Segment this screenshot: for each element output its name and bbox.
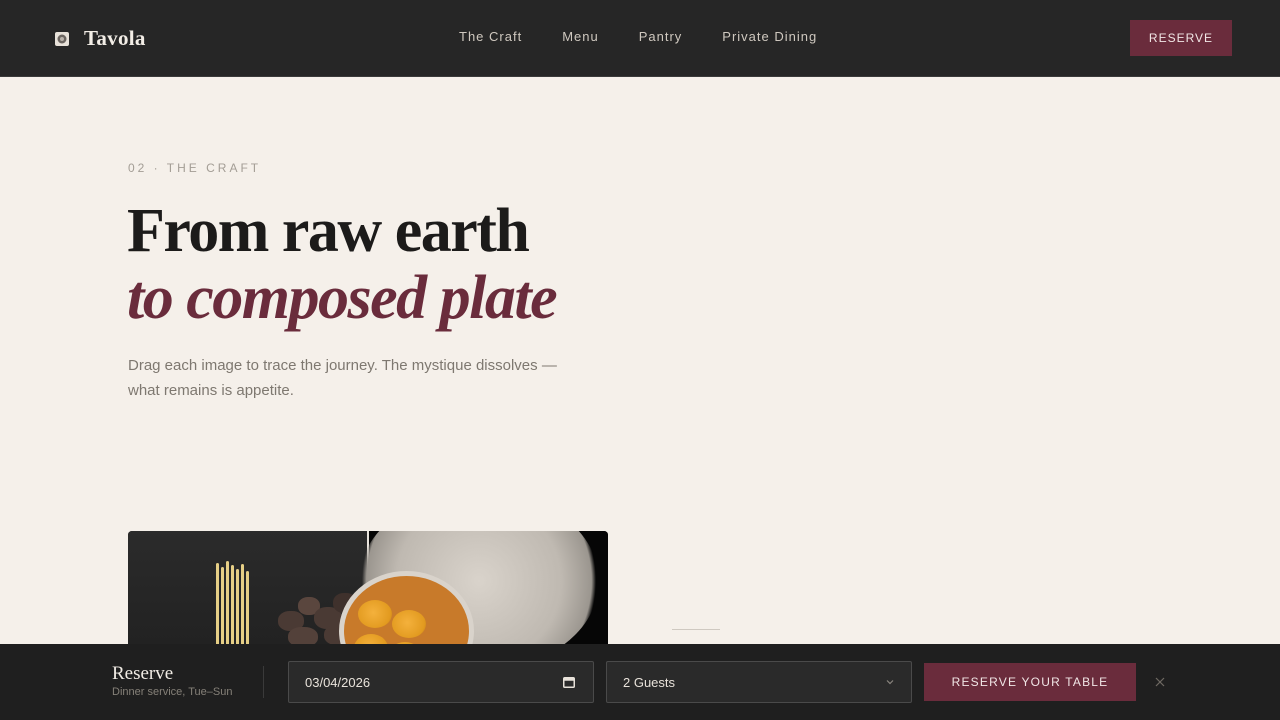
nav-link-the-craft[interactable]: The Craft	[459, 29, 522, 44]
reserve-your-table-button[interactable]: RESERVE YOUR TABLE	[924, 663, 1136, 701]
reservation-bar: Reserve Dinner service, Tue–Sun 03/04/20…	[0, 644, 1280, 720]
image-comparison-slider[interactable]	[128, 531, 608, 645]
main-nav: The Craft Menu Pantry Private Dining	[459, 29, 817, 44]
brand[interactable]: Tavola	[54, 26, 146, 51]
reservation-title: Reserve	[112, 663, 174, 684]
chevron-down-icon	[886, 680, 894, 685]
composed-plate-image	[339, 531, 608, 645]
hero-title-line-1: From raw earth	[127, 197, 530, 265]
hero-title-line-2: to composed plate	[127, 264, 558, 332]
calendar-icon[interactable]	[563, 676, 575, 688]
guests-select[interactable]: 2 Guests	[606, 661, 912, 703]
bar-separator	[263, 666, 264, 698]
nav-link-menu[interactable]: Menu	[562, 29, 599, 44]
date-value: 03/04/2026	[305, 674, 371, 690]
reserve-button[interactable]: RESERVE	[1130, 20, 1232, 56]
close-icon[interactable]	[1155, 677, 1165, 687]
guests-value: 2 Guests	[623, 674, 676, 690]
date-input[interactable]: 03/04/2026	[288, 661, 594, 703]
reservation-subtitle: Dinner service, Tue–Sun	[112, 686, 233, 698]
nav-link-pantry[interactable]: Pantry	[639, 29, 683, 44]
decorative-divider	[672, 629, 720, 630]
nav-link-private-dining[interactable]: Private Dining	[722, 29, 817, 44]
section-eyebrow: 02 · THE CRAFT	[128, 161, 262, 175]
top-navigation-bar: Tavola The Craft Menu Pantry Private Din…	[0, 0, 1280, 77]
brand-mark-icon	[55, 31, 69, 46]
raw-ingredients-image	[128, 531, 370, 645]
hero-description: Drag each image to trace the journey. Th…	[128, 357, 557, 399]
brand-name: Tavola	[84, 26, 146, 50]
